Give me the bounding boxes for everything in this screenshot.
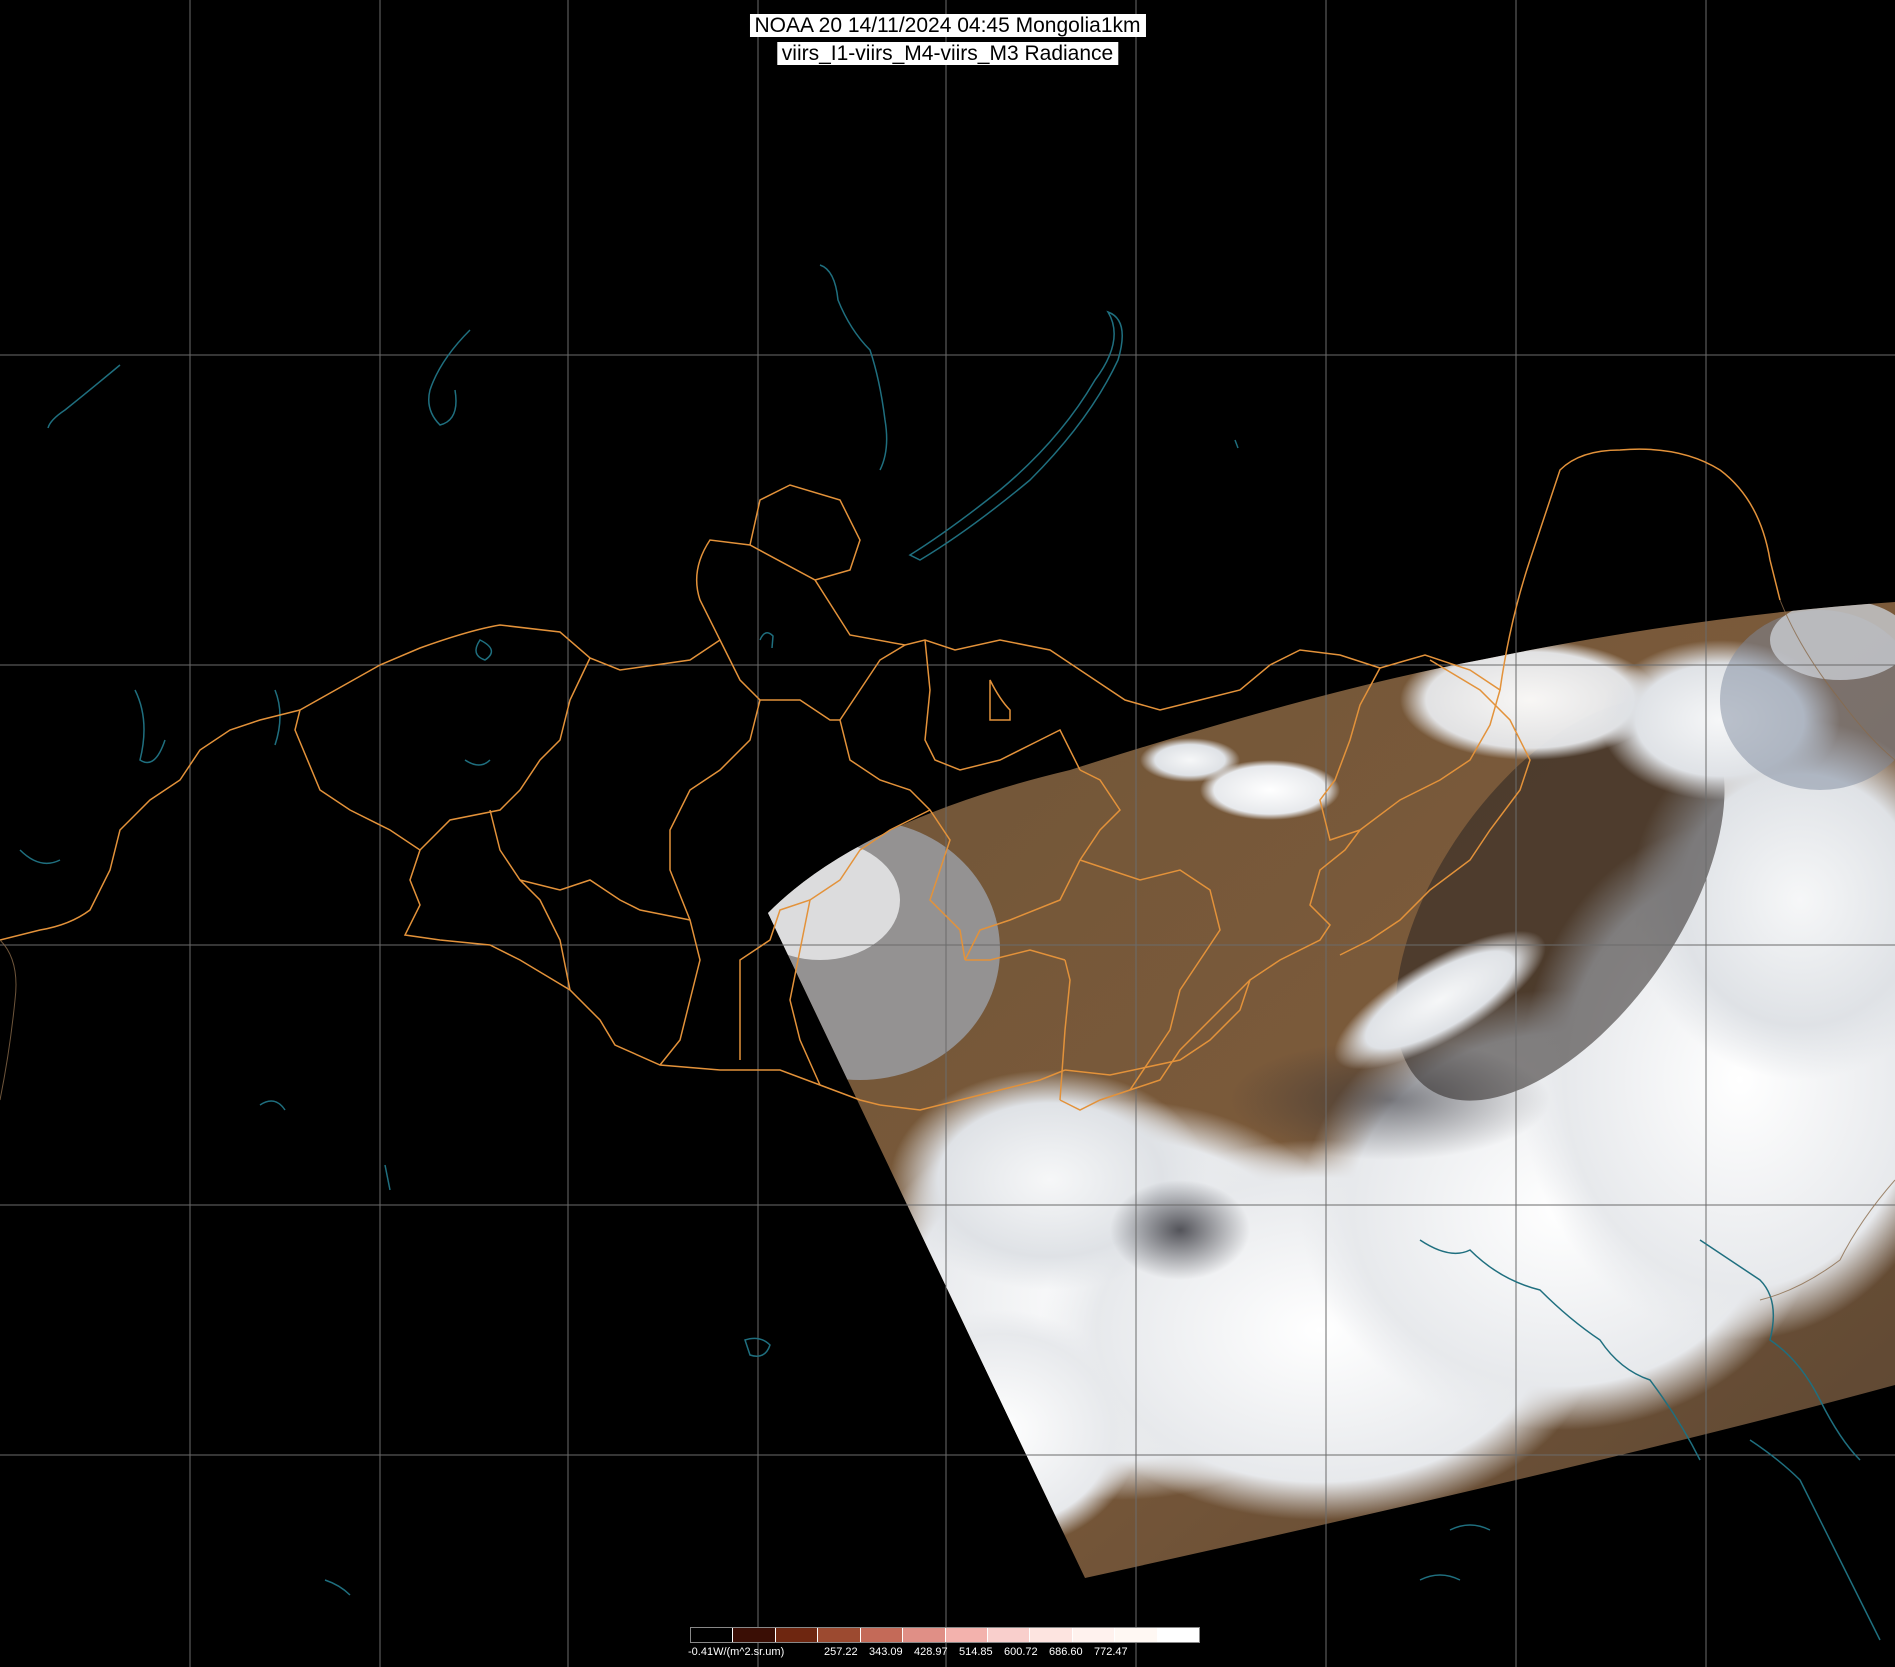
legend-label: 514.85: [959, 1646, 993, 1658]
legend-label: 686.60: [1049, 1646, 1083, 1658]
legend-label-max: 772.47: [1094, 1646, 1128, 1658]
legend-swatch: [903, 1628, 946, 1642]
legend-label: 600.72: [1004, 1646, 1038, 1658]
legend-swatch: [775, 1628, 819, 1642]
legend-swatch: [1115, 1628, 1158, 1642]
legend-swatch: [945, 1628, 988, 1642]
legend-swatch: [987, 1628, 1031, 1642]
legend-swatch: [1030, 1628, 1073, 1642]
legend-swatch: [818, 1628, 861, 1642]
legend-swatch: [691, 1628, 734, 1642]
color-legend: -0.41W/(m^2.sr.um) 257.22 343.09 428.97 …: [688, 1625, 1203, 1665]
legend-label: 343.09: [869, 1646, 903, 1658]
legend-label: 428.97: [914, 1646, 948, 1658]
legend-label: 257.22: [824, 1646, 858, 1658]
legend-swatch: [733, 1628, 776, 1642]
map-title-line1: NOAA 20 14/11/2024 04:45 Mongolia1km: [749, 14, 1146, 37]
legend-label-min: -0.41W/(m^2.sr.um): [688, 1646, 785, 1658]
legend-color-bar: [690, 1627, 1200, 1643]
satellite-swath: [768, 602, 1895, 1578]
legend-swatch: [860, 1628, 904, 1642]
legend-swatch: [1072, 1628, 1116, 1642]
map-title-line2: viirs_I1-viirs_M4-viirs_M3 Radiance: [776, 42, 1119, 65]
legend-swatch: [1157, 1628, 1200, 1642]
satellite-map: [0, 0, 1895, 1667]
